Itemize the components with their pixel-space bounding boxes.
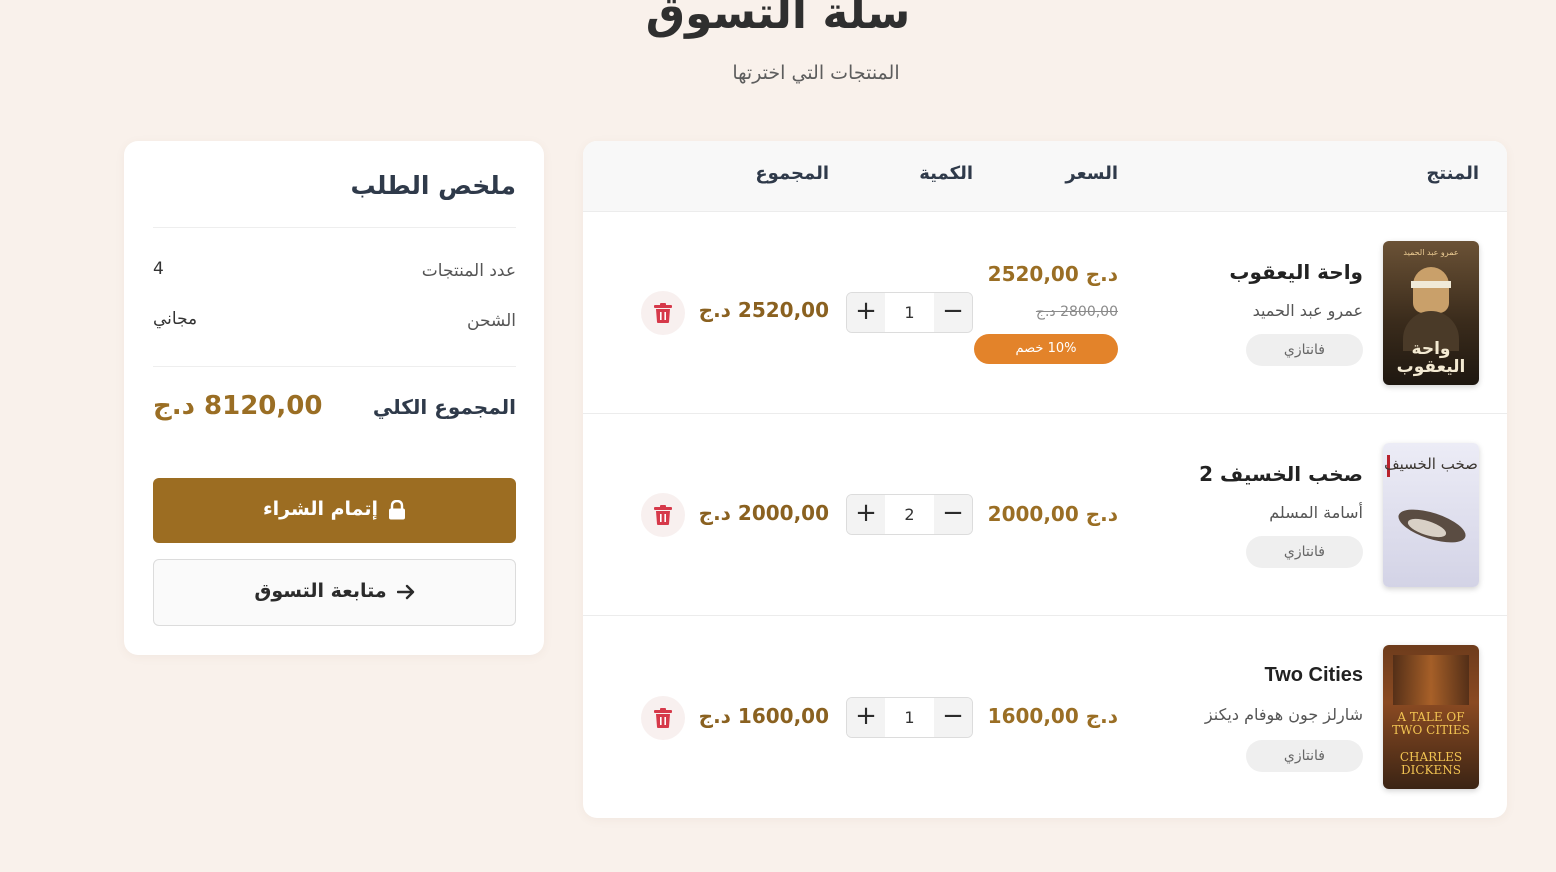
decrease-quantity-button[interactable]: −: [934, 495, 972, 534]
book-cover[interactable]: A TALE OF TWO CITIES CHARLES DICKENS: [1383, 645, 1479, 789]
header-quantity: الكمية: [919, 163, 973, 184]
category-badge: فانتازي: [1245, 740, 1363, 772]
header-product: المنتج: [1426, 163, 1479, 184]
grand-total-label: المجموع الكلي: [372, 395, 516, 419]
grand-total-value: 8120,00 د.ج: [153, 391, 323, 421]
quantity-stepper: − +: [846, 292, 973, 333]
cover-author: عمرو عبد الحميد: [1403, 248, 1459, 257]
lock-icon: [389, 499, 406, 519]
line-total: 2520,00 د.ج: [698, 298, 829, 322]
order-summary: ملخص الطلب عدد المنتجات 4 الشحن مجاني ال…: [124, 141, 544, 655]
category-badge: فانتازي: [1245, 536, 1363, 568]
cover-illustration: [1393, 655, 1469, 705]
product-title[interactable]: واحة اليعقوب: [1229, 260, 1363, 284]
trash-icon: [654, 708, 672, 728]
continue-shopping-label: متابعة التسوق: [254, 580, 387, 602]
cart-row: صخب الخسيف صخب الخسيف 2 أسامة المسلم فان…: [583, 414, 1507, 616]
page-subtitle: المنتجات التي اخترتها: [732, 62, 900, 84]
line-total: 1600,00 د.ج: [698, 704, 829, 728]
cover-figure: [1413, 267, 1449, 313]
header-price: السعر: [1065, 163, 1118, 184]
product-title[interactable]: Two Cities: [1264, 664, 1363, 687]
quantity-input[interactable]: [885, 293, 934, 332]
cover-title: واحة اليعقوب: [1396, 339, 1466, 377]
summary-title: ملخص الطلب: [350, 171, 517, 200]
cart-table: المنتج السعر الكمية المجموع عمرو عبد الح…: [583, 141, 1507, 818]
book-cover[interactable]: صخب الخسيف: [1383, 443, 1479, 587]
shipping-value: مجاني: [153, 309, 198, 329]
line-total: 2000,00 د.ج: [698, 501, 829, 525]
trash-icon: [654, 505, 672, 525]
items-count-label: عدد المنتجات: [421, 261, 516, 281]
divider: [153, 227, 516, 228]
category-badge: فانتازي: [1245, 334, 1363, 366]
cover-title: A TALE OF TWO CITIES: [1392, 710, 1470, 737]
quantity-input[interactable]: [885, 495, 934, 534]
remove-item-button[interactable]: [641, 493, 685, 537]
product-author: عمرو عبد الحميد: [1252, 301, 1363, 320]
checkout-button[interactable]: إتمام الشراء: [153, 478, 516, 543]
divider: [153, 366, 516, 367]
remove-item-button[interactable]: [641, 696, 685, 740]
product-title[interactable]: صخب الخسيف 2: [1199, 462, 1363, 486]
shipping-label: الشحن: [467, 311, 516, 331]
cover-author: CHARLES DICKENS: [1399, 750, 1463, 777]
decrease-quantity-button[interactable]: −: [934, 698, 972, 737]
trash-icon: [654, 303, 672, 323]
increase-quantity-button[interactable]: +: [847, 698, 885, 737]
quantity-stepper: − +: [846, 697, 973, 738]
arrow-right-icon: [396, 584, 414, 599]
cart-row: عمرو عبد الحميد واحة اليعقوب واحة اليعقو…: [583, 212, 1507, 414]
decrease-quantity-button[interactable]: −: [934, 293, 972, 332]
unit-price: 2000,00 د.ج: [987, 502, 1118, 526]
increase-quantity-button[interactable]: +: [847, 293, 885, 332]
page-title: سلة التسوق: [645, 0, 911, 39]
checkout-label: إتمام الشراء: [262, 498, 379, 520]
remove-item-button[interactable]: [641, 291, 685, 335]
product-author: أسامة المسلم: [1269, 503, 1363, 522]
discount-badge: 10% خصم: [974, 334, 1118, 364]
cart-row: A TALE OF TWO CITIES CHARLES DICKENS Two…: [583, 616, 1507, 818]
product-author: شارلز جون هوفام ديكنز: [1204, 705, 1363, 724]
book-cover[interactable]: عمرو عبد الحميد واحة اليعقوب: [1383, 241, 1479, 385]
unit-price: 1600,00 د.ج: [987, 704, 1118, 728]
items-count-value: 4: [153, 259, 164, 279]
quantity-stepper: − +: [846, 494, 973, 535]
original-price: 2800,00 د.ج: [1035, 304, 1118, 320]
cover-title: صخب الخسيف: [1384, 455, 1478, 473]
cover-blindfold: [1411, 281, 1451, 288]
header-total: المجموع: [755, 163, 829, 184]
unit-price: 2520,00 د.ج: [987, 262, 1118, 286]
increase-quantity-button[interactable]: +: [847, 495, 885, 534]
continue-shopping-button[interactable]: متابعة التسوق: [153, 559, 516, 626]
cart-table-header: المنتج السعر الكمية المجموع: [583, 141, 1507, 212]
quantity-input[interactable]: [885, 698, 934, 737]
